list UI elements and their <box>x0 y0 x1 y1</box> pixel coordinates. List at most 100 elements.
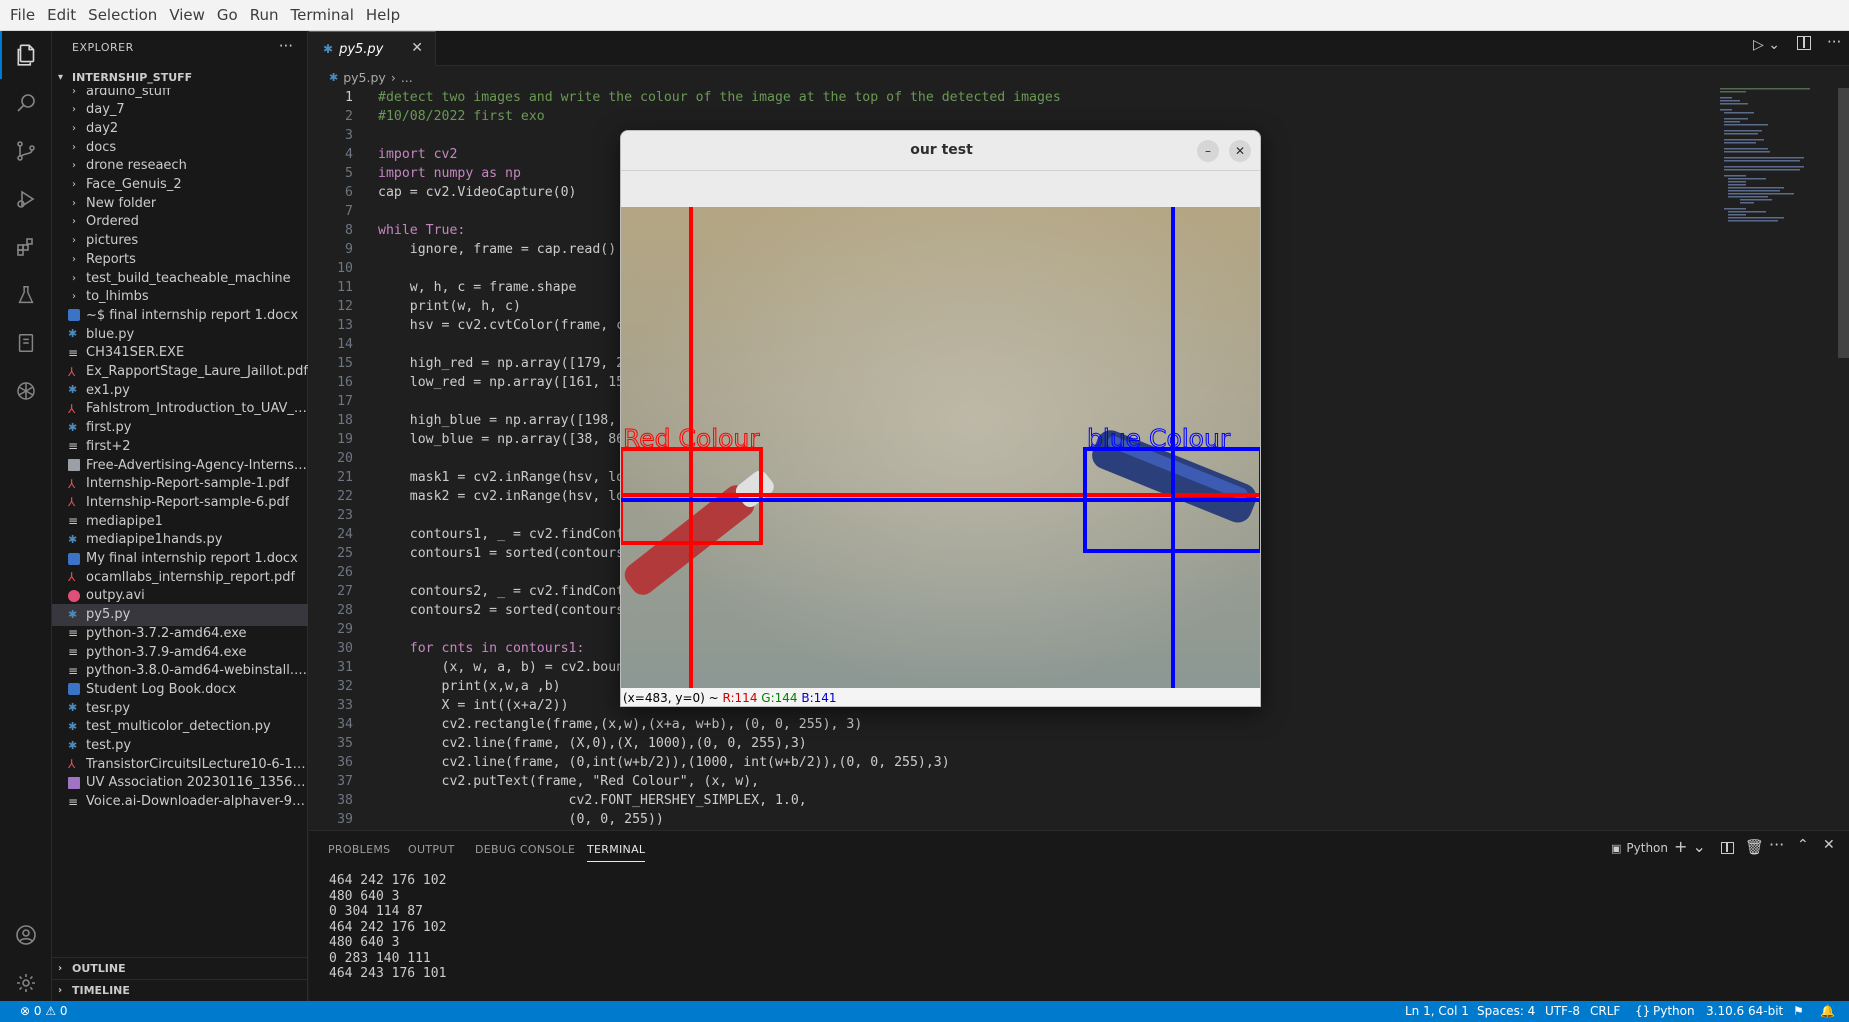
line-number: 12 <box>337 299 353 314</box>
code-line[interactable]: cv2.rectangle(frame,(x,w),(x+a, w+b), (0… <box>378 715 863 734</box>
trash-icon[interactable]: 🗑 <box>1745 838 1764 856</box>
minimap[interactable] <box>1720 88 1830 228</box>
code-line[interactable]: cv2.FONT_HERSHEY_SIMPLEX, 1.0, <box>378 791 807 810</box>
item-label: test_build_teacheable_machine <box>86 270 291 286</box>
close-window-icon[interactable]: ✕ <box>1229 140 1251 162</box>
line-number: 26 <box>337 565 353 580</box>
timeline-label: TIMELINE <box>72 984 130 997</box>
code-line[interactable]: X = int((x+a/2)) <box>378 696 569 715</box>
notebook-icon[interactable] <box>0 319 52 367</box>
maximize-panel-icon[interactable]: ⌃ <box>1797 837 1809 853</box>
item-label: Internship-Report-sample-6.pdf <box>86 494 290 510</box>
python-interpreter[interactable]: 3.10.6 64-bit <box>1706 1004 1783 1018</box>
close-panel-icon[interactable]: ✕ <box>1823 837 1835 853</box>
explorer-icon[interactable] <box>0 31 52 79</box>
close-tab-icon[interactable]: ✕ <box>411 40 423 56</box>
line-number: 9 <box>345 242 353 257</box>
outline-section-header[interactable]: › OUTLINE <box>52 957 308 979</box>
chatgpt-icon[interactable] <box>0 367 52 415</box>
problems-indicator[interactable]: ⊗ 0 ⚠ 0 <box>20 1004 68 1018</box>
more-actions-icon[interactable]: ··· <box>1769 835 1784 854</box>
tab-terminal[interactable]: TERMINAL <box>587 843 646 862</box>
code-line[interactable]: import cv2 <box>378 145 457 164</box>
timeline-section-header[interactable]: › TIMELINE <box>52 979 308 1001</box>
menu-terminal[interactable]: Terminal <box>285 6 360 24</box>
notifications-bell-icon[interactable]: 🔔 <box>1820 1004 1835 1018</box>
video-file-icon <box>68 589 80 602</box>
terminal-line: 480 640 3 <box>329 935 400 950</box>
item-label: to_lhimbs <box>86 289 149 305</box>
code-line[interactable]: for cnts in contours1: <box>378 639 585 658</box>
red-colour-label: Red Colour <box>623 424 760 453</box>
line-number: 39 <box>337 812 353 827</box>
minimize-icon[interactable]: – <box>1197 140 1219 162</box>
encoding[interactable]: UTF-8 <box>1545 1004 1580 1018</box>
chevron-right-icon: › <box>72 197 76 209</box>
extensions-icon[interactable] <box>0 223 52 271</box>
text-file-icon: ≡ <box>68 439 79 454</box>
file-item[interactable]: ≡ Voice.ai-Downloader-alphaver-986e... <box>52 791 308 813</box>
menu-selection[interactable]: Selection <box>82 6 163 24</box>
menu-edit[interactable]: Edit <box>41 6 82 24</box>
code-line[interactable]: w, h, c = frame.shape <box>378 278 577 297</box>
code-line[interactable]: cv2.putText(frame, "Red Colour", (x, w), <box>378 772 760 791</box>
split-terminal-icon[interactable] <box>1721 842 1734 854</box>
terminal-line: 464 242 176 102 <box>329 919 447 935</box>
chevron-right-icon: › <box>72 88 76 97</box>
source-control-icon[interactable] <box>0 127 52 175</box>
chevron-right-icon: › <box>72 291 76 303</box>
search-icon[interactable] <box>0 79 52 127</box>
code-line[interactable]: print(x,w,a ,b) <box>378 677 561 696</box>
indentation[interactable]: Spaces: 4 <box>1477 1004 1535 1018</box>
new-terminal-icon[interactable]: + ⌄ <box>1674 837 1706 856</box>
testing-icon[interactable] <box>0 271 52 319</box>
tab-py5[interactable]: ✱ py5.py ✕ <box>309 31 436 66</box>
settings-gear-icon[interactable] <box>0 959 52 1007</box>
code-line[interactable]: ignore, frame = cap.read() <box>378 240 616 259</box>
braces-icon: {} <box>1635 1004 1651 1018</box>
code-line[interactable]: cv2.line(frame, (X,0),(X, 1000),(0, 0, 2… <box>378 734 807 753</box>
code-line[interactable]: #detect two images and write the colour … <box>378 88 1061 107</box>
end-of-line[interactable]: CRLF <box>1590 1004 1620 1018</box>
word-file-icon <box>68 309 80 322</box>
split-editor-icon[interactable] <box>1797 36 1811 50</box>
item-label: py5.py <box>86 607 131 623</box>
more-actions-icon[interactable]: ··· <box>1827 33 1841 51</box>
menu-help[interactable]: Help <box>360 6 406 24</box>
camera-frame[interactable]: Red Colour blue Colour <box>621 207 1261 688</box>
menu-file[interactable]: File <box>4 6 41 24</box>
code-line[interactable]: import numpy as np <box>378 164 521 183</box>
line-number: 34 <box>337 717 353 732</box>
text-file-icon: ≡ <box>68 345 79 360</box>
item-label: test_multicolor_detection.py <box>86 719 271 735</box>
menu-run[interactable]: Run <box>244 6 285 24</box>
breadcrumb-file[interactable]: py5.py <box>343 70 386 85</box>
code-line[interactable]: while True: <box>378 221 465 240</box>
code-line[interactable]: (0, 0, 255)) <box>378 810 664 828</box>
tab-problems[interactable]: PROBLEMS <box>328 843 390 856</box>
account-icon[interactable] <box>0 911 52 959</box>
editor-scrollbar[interactable] <box>1838 88 1849 358</box>
tab-output[interactable]: OUTPUT <box>408 843 455 856</box>
file-tree: › arduino_stuff › day_7 › day2 › docs › drone res… <box>52 88 308 968</box>
code-line[interactable]: cv2.line(frame, (0,int(w+b/2)),(1000, in… <box>378 753 950 772</box>
more-actions-icon[interactable]: ··· <box>279 37 293 55</box>
code-line[interactable]: cap = cv2.VideoCapture(0) <box>378 183 577 202</box>
window-titlebar[interactable]: our test – ✕ <box>621 131 1260 171</box>
bottom-panel: PROBLEMS OUTPUT DEBUG CONSOLE TERMINAL ▣… <box>309 830 1849 1001</box>
item-label: CH341SER.EXE <box>86 345 185 361</box>
code-line[interactable]: #10/08/2022 first exo <box>378 107 545 126</box>
run-file-icon[interactable]: ▷ ⌄ <box>1753 37 1780 53</box>
breadcrumb-symbol[interactable]: ... <box>401 70 413 85</box>
menu-view[interactable]: View <box>163 6 211 24</box>
terminal-shell-selector[interactable]: ▣ Python <box>1611 841 1668 855</box>
menu-go[interactable]: Go <box>211 6 244 24</box>
code-line[interactable]: print(w, h, c) <box>378 297 521 316</box>
project-section-header[interactable]: ▾ INTERNSHIP_STUFF <box>52 66 308 88</box>
run-debug-icon[interactable] <box>0 175 52 223</box>
cursor-position[interactable]: Ln 1, Col 1 <box>1405 1004 1469 1018</box>
item-label: outpy.avi <box>86 588 145 604</box>
feedback-icon[interactable]: ⚑ <box>1793 1004 1804 1018</box>
language-mode[interactable]: Python <box>1653 1004 1695 1018</box>
tab-debug-console[interactable]: DEBUG CONSOLE <box>475 843 575 856</box>
